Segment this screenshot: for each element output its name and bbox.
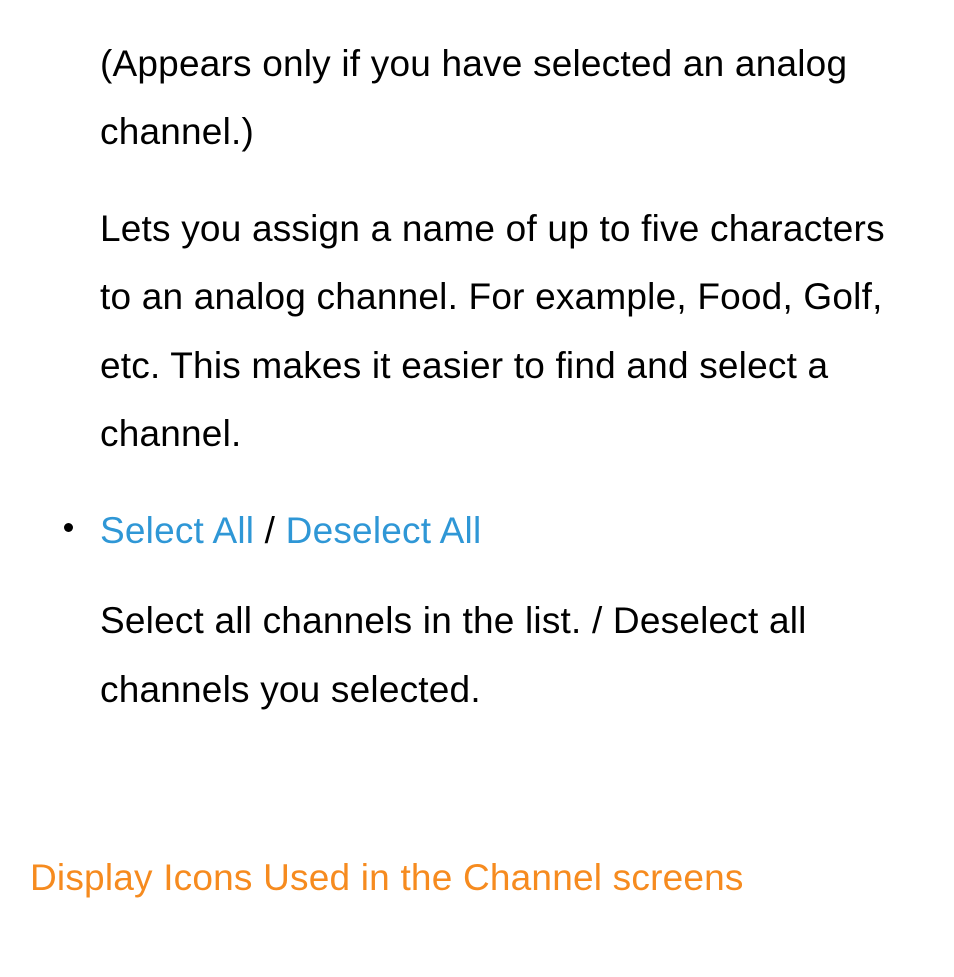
select-all-bullet: Select All / Deselect All [30,497,924,565]
analog-condition-note: (Appears only if you have selected an an… [100,30,924,167]
bullet-icon [64,523,73,532]
channel-name-description: Lets you assign a name of up to five cha… [100,195,924,469]
select-all-description-block: Select all channels in the list. / Desel… [30,587,924,724]
select-all-link[interactable]: Select All [100,510,254,551]
display-icons-heading: Display Icons Used in the Channel screen… [30,844,924,912]
deselect-all-link[interactable]: Deselect All [286,510,482,551]
manual-page: (Appears only if you have selected an an… [0,0,954,912]
channel-name-section: (Appears only if you have selected an an… [30,30,924,469]
select-all-description: Select all channels in the list. / Desel… [100,587,924,724]
separator-text: / [254,510,285,551]
